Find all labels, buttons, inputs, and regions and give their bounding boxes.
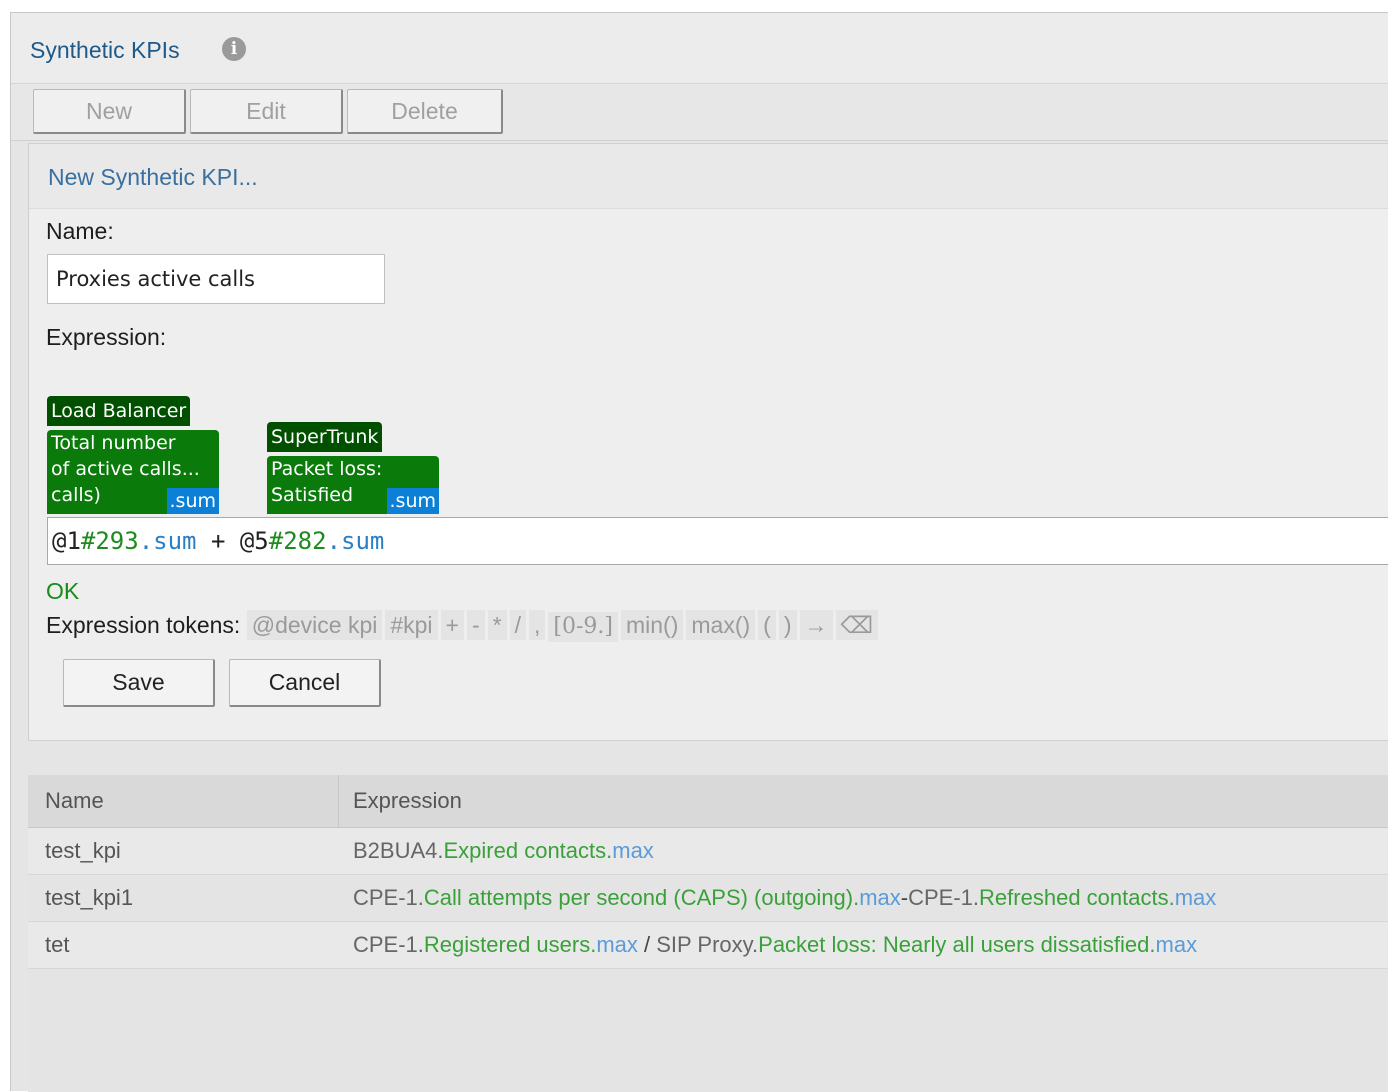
token-multiply[interactable]: *	[487, 610, 507, 640]
form-header: New Synthetic KPI...	[29, 144, 1388, 209]
cancel-button[interactable]: Cancel	[229, 659, 381, 707]
info-icon[interactable]: i	[222, 37, 246, 61]
expr-kpi: Registered users.	[423, 932, 597, 957]
expr-device: B2BUA4.	[353, 838, 444, 863]
row-name: test_kpi	[45, 838, 121, 863]
chip-aggregate[interactable]: .sum	[386, 488, 439, 514]
chip-kpi-total-active-calls[interactable]: Total number of active calls... calls) .…	[47, 430, 219, 514]
row-expression: CPE-1.Registered users.max / SIP Proxy.P…	[353, 922, 1197, 968]
token-plus[interactable]: +	[440, 610, 464, 640]
table-row[interactable]: test_kpi1 CPE-1.Call attempts per second…	[28, 875, 1388, 922]
token-comma[interactable]: ,	[529, 610, 546, 640]
backspace-icon[interactable]: ⌫	[835, 610, 879, 640]
token-min[interactable]: min()	[620, 610, 684, 640]
chip-device-load-balancer: Load Balancer	[47, 396, 191, 426]
toolbar: New Edit Delete	[11, 84, 1388, 141]
name-input[interactable]: Proxies active calls	[47, 254, 385, 304]
save-button[interactable]: Save	[63, 659, 215, 707]
token-kpi[interactable]: #kpi	[385, 610, 438, 640]
chip-kpi-line: of active calls...	[51, 458, 200, 480]
expr-kpi-token: #282	[268, 527, 327, 555]
expr-device-token: @5	[239, 527, 269, 555]
new-kpi-form: New Synthetic KPI... Name: Proxies activ…	[28, 143, 1388, 741]
expr-agg: max	[596, 932, 638, 957]
table-header: Name Expression	[28, 775, 1388, 828]
synthetic-kpis-panel: Synthetic KPIs i New Edit Delete New Syn…	[10, 12, 1388, 1092]
column-header-name[interactable]: Name	[45, 775, 104, 827]
table-row[interactable]: test_kpi B2BUA4.Expired contacts.max	[28, 828, 1388, 875]
expr-device: CPE-1.	[353, 932, 424, 957]
column-header-expression[interactable]: Expression	[353, 775, 462, 827]
expr-agg: max	[1174, 885, 1217, 910]
validation-status: OK	[46, 578, 80, 604]
row-name: test_kpi1	[45, 885, 134, 910]
name-label: Name:	[46, 218, 114, 244]
expr-kpi-token: #293	[80, 527, 139, 555]
token-close-paren[interactable]: )	[778, 610, 797, 640]
expr-operator: +	[196, 527, 240, 555]
token-max[interactable]: max()	[686, 610, 756, 640]
token-number[interactable]: [0-9.]	[548, 612, 618, 642]
expr-kpi: Refreshed contacts.	[979, 885, 1175, 910]
token-minus[interactable]: -	[466, 610, 485, 640]
token-open-paren[interactable]: (	[758, 610, 776, 640]
expr-agg: max	[859, 885, 901, 910]
expression-input[interactable]: @1#293.sum + @5#282.sum	[47, 517, 1388, 565]
expr-agg: max	[612, 838, 654, 863]
column-divider	[338, 775, 339, 827]
expression-label: Expression:	[46, 324, 167, 350]
expr-agg-token: .sum	[326, 527, 385, 555]
panel-title: Synthetic KPIs	[30, 37, 180, 63]
chip-aggregate[interactable]: .sum	[166, 488, 219, 514]
expr-device: CPE-1.	[908, 885, 980, 910]
kpi-table: Name Expression test_kpi B2BUA4.Expired …	[28, 775, 1388, 1092]
chip-kpi-packet-loss[interactable]: Packet loss: Satisfied .sum	[267, 456, 439, 514]
token-divide[interactable]: /	[509, 610, 526, 640]
expr-kpi: Packet loss: Nearly all users dissatisfi…	[758, 932, 1156, 957]
expression-tokens-row: Expression tokens: @device kpi #kpi + - * /,[…	[46, 610, 881, 642]
expr-kpi: Expired contacts.	[443, 838, 613, 863]
token-device-kpi[interactable]: @device kpi	[246, 610, 383, 640]
expr-kpi: Call attempts per second (CAPS) (outgoin…	[423, 885, 860, 910]
expr-operator: /	[637, 932, 657, 957]
row-expression: CPE-1.Call attempts per second (CAPS) (o…	[353, 875, 1216, 921]
edit-button[interactable]: Edit	[190, 89, 343, 134]
delete-button[interactable]: Delete	[347, 89, 503, 134]
chip-device-supertrunk: SuperTrunk	[267, 422, 383, 452]
new-button[interactable]: New	[33, 89, 186, 134]
expr-agg: max	[1155, 932, 1198, 957]
chip-kpi-line: Total number	[51, 432, 176, 454]
expr-device: SIP Proxy.	[656, 932, 759, 957]
table-row[interactable]: tet CPE-1.Registered users.max / SIP Pro…	[28, 922, 1388, 969]
expr-device: CPE-1.	[353, 885, 424, 910]
panel-header: Synthetic KPIs i	[11, 13, 1388, 84]
row-expression: B2BUA4.Expired contacts.max	[353, 828, 654, 874]
arrow-right-icon[interactable]: →	[799, 610, 833, 640]
tokens-label: Expression tokens:	[46, 612, 241, 638]
expr-device-token: @1	[52, 527, 81, 555]
chip-kpi-line: Packet loss:	[271, 458, 383, 480]
expr-agg-token: .sum	[138, 527, 197, 555]
row-name: tet	[45, 932, 70, 957]
form-title: New Synthetic KPI...	[48, 164, 258, 190]
